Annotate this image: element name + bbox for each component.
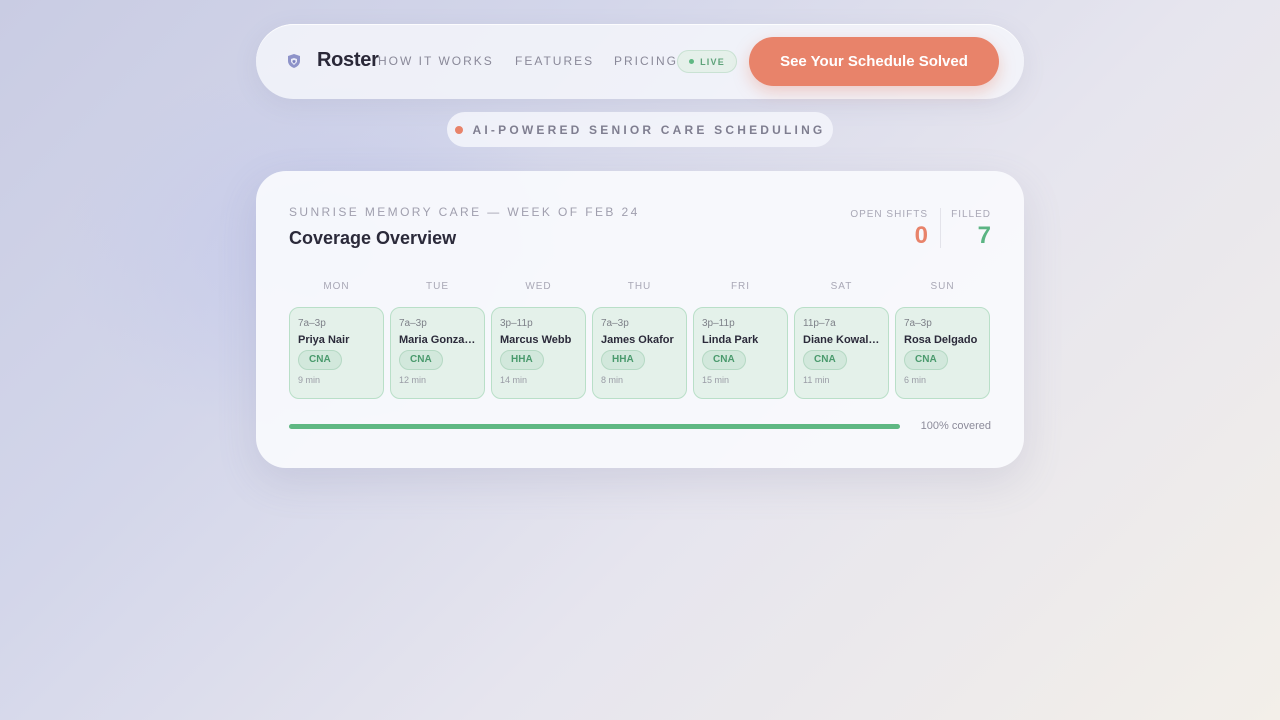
top-navigation: Roster HOW IT WORKS FEATURES PRICING LIV… — [256, 24, 1024, 99]
caregiver-name: Diane Kowal… — [803, 334, 880, 346]
role-badge: HHA — [601, 350, 645, 370]
shift-card[interactable]: 3p–11p Linda Park CNA 15 min — [693, 307, 788, 399]
shift-card[interactable]: 3p–11p Marcus Webb HHA 14 min — [491, 307, 586, 399]
see-schedule-button[interactable]: See Your Schedule Solved — [749, 37, 999, 86]
tagline-pill: AI-POWERED SENIOR CARE SCHEDULING — [447, 112, 833, 147]
shift-card[interactable]: 7a–3p James Okafor HHA 8 min — [592, 307, 687, 399]
shift-time: 7a–3p — [298, 318, 326, 329]
day-column-fri: FRI 3p–11p Linda Park CNA 15 min — [693, 281, 788, 399]
filled-stat: FILLED 7 — [951, 209, 991, 250]
brand-name[interactable]: Roster — [317, 49, 379, 72]
role-badge: CNA — [399, 350, 443, 370]
day-column-mon: MON 7a–3p Priya Nair CNA 9 min — [289, 281, 384, 399]
day-label: THU — [627, 281, 652, 292]
coverage-label: 100% covered — [920, 420, 991, 432]
caregiver-name: Linda Park — [702, 334, 759, 346]
fill-time: 14 min — [500, 375, 528, 385]
coverage-progress-bar — [289, 424, 900, 429]
day-column-wed: WED 3p–11p Marcus Webb HHA 14 min — [491, 281, 586, 399]
day-column-tue: TUE 7a–3p Maria Gonzal… CNA 12 min — [390, 281, 485, 399]
role-badge: CNA — [298, 350, 342, 370]
open-shifts-value: 0 — [914, 222, 928, 249]
shift-card[interactable]: 7a–3p Maria Gonzal… CNA 12 min — [390, 307, 485, 399]
shift-time: 11p–7a — [803, 318, 836, 329]
shift-card[interactable]: 11p–7a Diane Kowal… CNA 11 min — [794, 307, 889, 399]
role-badge: HHA — [500, 350, 544, 370]
day-label: MON — [323, 281, 350, 292]
caregiver-name: Maria Gonzal… — [399, 334, 476, 346]
live-badge: LIVE — [677, 50, 737, 73]
nav-link-how-it-works[interactable]: HOW IT WORKS — [378, 54, 494, 68]
caregiver-name: James Okafor — [601, 334, 674, 346]
fill-time: 15 min — [702, 375, 730, 385]
caregiver-name: Priya Nair — [298, 334, 350, 346]
filled-value: 7 — [977, 222, 991, 249]
day-column-sat: SAT 11p–7a Diane Kowal… CNA 11 min — [794, 281, 889, 399]
nav-link-features[interactable]: FEATURES — [515, 54, 594, 68]
open-shifts-stat: OPEN SHIFTS 0 — [850, 209, 928, 250]
live-dot-icon — [689, 59, 695, 64]
shift-time: 7a–3p — [399, 318, 427, 329]
day-column-sun: SUN 7a–3p Rosa Delgado CNA 6 min — [895, 281, 990, 399]
caregiver-name: Marcus Webb — [500, 334, 572, 346]
shift-time: 3p–11p — [500, 318, 533, 329]
card-title: Coverage Overview — [289, 228, 457, 248]
role-badge: CNA — [702, 350, 746, 370]
live-badge-label: LIVE — [700, 56, 725, 67]
fill-time: 6 min — [904, 375, 927, 385]
tagline-dot-icon — [454, 125, 463, 134]
week-schedule: MON 7a–3p Priya Nair CNA 9 min TUE 7a–3p… — [289, 281, 991, 399]
day-label: FRI — [730, 281, 751, 292]
fill-time: 8 min — [601, 375, 624, 385]
fill-time: 11 min — [803, 375, 830, 385]
fill-time: 12 min — [399, 375, 427, 385]
shift-card[interactable]: 7a–3p Rosa Delgado CNA 6 min — [895, 307, 990, 399]
shift-card[interactable]: 7a–3p Priya Nair CNA 9 min — [289, 307, 384, 399]
day-label: SUN — [930, 281, 955, 292]
stat-divider — [940, 208, 941, 248]
nav-link-pricing[interactable]: PRICING — [614, 54, 678, 68]
day-label: SAT — [830, 281, 853, 292]
coverage-progress-fill — [289, 424, 900, 429]
role-badge: CNA — [803, 350, 847, 370]
day-label: TUE — [426, 281, 449, 292]
fill-time: 9 min — [298, 375, 321, 385]
filled-label: FILLED — [951, 209, 991, 220]
coverage-card: SUNRISE MEMORY CARE — WEEK OF FEB 24 Cov… — [256, 171, 1024, 468]
caregiver-name: Rosa Delgado — [904, 334, 978, 346]
shift-time: 3p–11p — [702, 318, 735, 329]
day-label: WED — [525, 281, 552, 292]
tagline-text: AI-POWERED SENIOR CARE SCHEDULING — [472, 122, 826, 137]
facility-week-label: SUNRISE MEMORY CARE — WEEK OF FEB 24 — [289, 205, 640, 219]
day-column-thu: THU 7a–3p James Okafor HHA 8 min — [592, 281, 687, 399]
shift-time: 7a–3p — [904, 318, 932, 329]
shift-time: 7a–3p — [601, 318, 629, 329]
role-badge: CNA — [904, 350, 948, 370]
open-shifts-label: OPEN SHIFTS — [850, 209, 928, 220]
shield-icon — [288, 54, 300, 68]
